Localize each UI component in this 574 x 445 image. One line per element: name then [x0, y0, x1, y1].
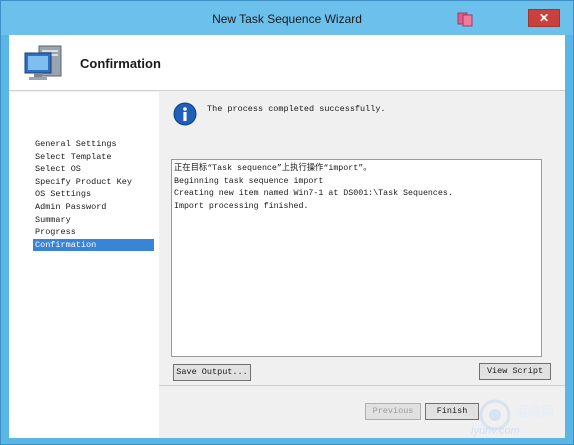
- finish-button[interactable]: Finish: [425, 403, 479, 420]
- wizard-window: New Task Sequence Wizard ✕ Confirmation …: [0, 0, 574, 445]
- nav-item-specify-product-key[interactable]: Specify Product Key: [33, 176, 154, 188]
- nav-item-os-settings[interactable]: OS Settings: [33, 188, 154, 200]
- nav-item-select-os[interactable]: Select OS: [33, 163, 154, 175]
- nav-item-general-settings[interactable]: General Settings: [33, 138, 154, 150]
- log-line: Import processing finished.: [174, 201, 309, 211]
- wizard-nav: General Settings Select Template Select …: [9, 92, 159, 438]
- save-output-button[interactable]: Save Output...: [173, 364, 251, 381]
- nav-item-summary[interactable]: Summary: [33, 214, 154, 226]
- output-log[interactable]: 正在目标“Task sequence”上执行操作“import”。 Beginn…: [171, 159, 542, 357]
- computer-icon: [24, 45, 62, 80]
- info-icon: [173, 102, 197, 126]
- view-script-button[interactable]: View Script: [479, 363, 551, 380]
- close-icon: ✕: [538, 11, 550, 25]
- nav-item-confirmation[interactable]: Confirmation: [33, 238, 154, 251]
- log-line: 正在目标“Task sequence”上执行操作“import”。: [174, 164, 372, 173]
- close-button[interactable]: ✕: [528, 9, 560, 27]
- log-line: Creating new item named Win7-1 at DS001:…: [174, 189, 453, 198]
- window-title: New Task Sequence Wizard: [212, 12, 362, 26]
- nav-item-select-template[interactable]: Select Template: [33, 151, 154, 163]
- status-message: The process completed successfully.: [207, 104, 386, 114]
- nav-item-admin-password[interactable]: Admin Password: [33, 201, 154, 213]
- nav-item-progress[interactable]: Progress: [33, 226, 154, 238]
- wizard-client-area: Confirmation General Settings Select Tem…: [9, 35, 565, 438]
- page-header: Confirmation: [9, 35, 565, 91]
- watermark-url: iyunv.com: [471, 425, 520, 437]
- confirmation-panel: The process completed successfully. 正在目标…: [159, 92, 565, 382]
- log-line: Beginning task sequence import: [174, 176, 324, 186]
- title-bar[interactable]: New Task Sequence Wizard ✕: [1, 1, 573, 35]
- previous-button[interactable]: Previous: [365, 403, 421, 420]
- app-icon: [457, 12, 473, 27]
- watermark-text: 运维网: [515, 404, 555, 419]
- page-title: Confirmation: [80, 56, 161, 71]
